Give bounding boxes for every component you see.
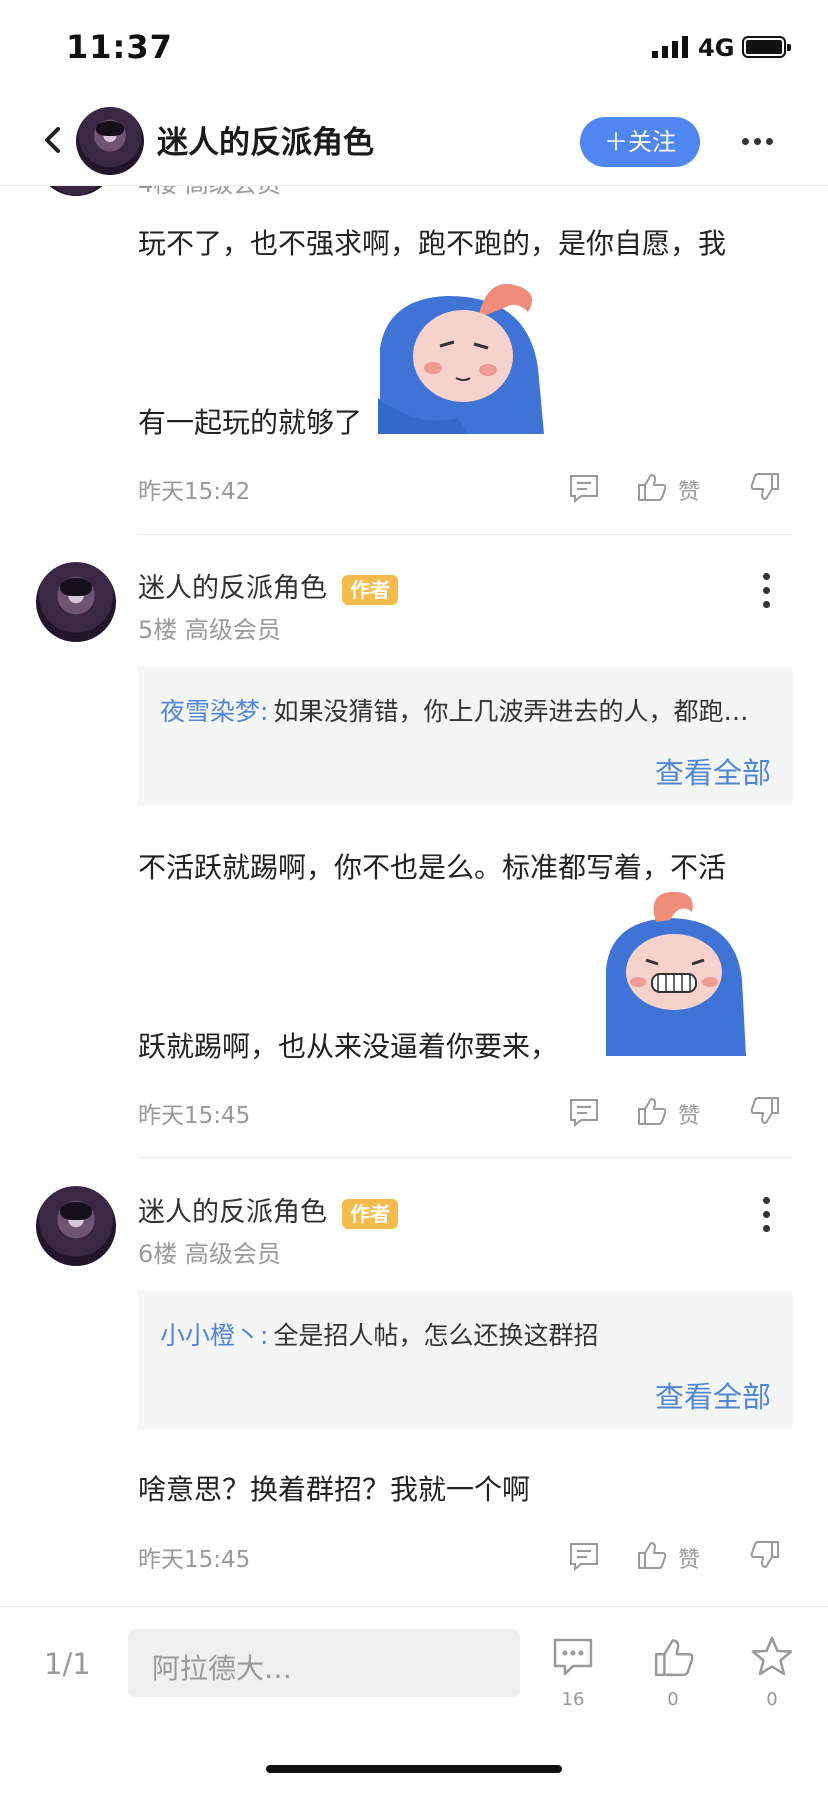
quoted-reply[interactable]: 夜雪染梦: 如果没猜错，你上几波弄进去的人，都跑… 查看全部 — [138, 666, 793, 806]
comment-text: 啥意思？换着群招？我就一个啊 — [138, 1473, 531, 1506]
sticker-image — [596, 890, 752, 1056]
follow-button[interactable]: ＋关注 — [580, 117, 700, 167]
page-title[interactable]: 迷人的反派角色 — [157, 117, 374, 162]
reply-icon[interactable] — [568, 1540, 600, 1572]
quote-username[interactable]: 小小橙丶: — [160, 1321, 268, 1350]
view-all-link[interactable]: 查看全部 — [655, 750, 771, 792]
thumbs-up-icon[interactable] — [636, 471, 668, 503]
author-avatar[interactable] — [76, 107, 144, 175]
nav-header: 迷人的反派角色 ＋关注 — [0, 95, 828, 186]
thumbs-down-icon[interactable] — [749, 1095, 781, 1127]
like-label[interactable]: 赞 — [678, 1542, 700, 1574]
commenter-avatar[interactable] — [36, 1186, 116, 1266]
author-line: 迷人的反派角色 作者 — [138, 566, 399, 605]
like-label[interactable]: 赞 — [678, 474, 700, 506]
reply-placeholder: 阿拉德大… — [152, 1652, 293, 1685]
post-time: 昨天15:45 — [138, 1547, 251, 1573]
home-indicator[interactable] — [266, 1765, 562, 1773]
commenter-avatar[interactable] — [36, 562, 116, 642]
thumbs-up-icon[interactable] — [636, 1539, 668, 1571]
reply-input[interactable]: 阿拉德大… — [128, 1629, 520, 1697]
thumbs-down-icon[interactable] — [749, 1539, 781, 1571]
comment-count: 16 — [561, 1689, 585, 1710]
favorite-count: 0 — [766, 1689, 778, 1710]
signal-icon — [652, 36, 688, 58]
post-time: 昨天15:45 — [138, 1103, 251, 1129]
comment-text: 玩不了，也不强求啊，跑不跑的，是你自愿，我 — [138, 227, 727, 260]
like-count: 0 — [667, 1689, 679, 1710]
author-badge: 作者 — [342, 575, 399, 605]
comment-icon[interactable] — [552, 1637, 594, 1677]
status-time: 11:37 — [66, 28, 173, 66]
like-label[interactable]: 赞 — [678, 1098, 700, 1130]
thumbs-down-icon[interactable] — [749, 471, 781, 503]
author-name[interactable]: 迷人的反派角色 — [138, 573, 327, 604]
divider — [138, 1157, 793, 1158]
author-name[interactable]: 迷人的反派角色 — [138, 1197, 327, 1228]
back-chevron-icon[interactable] — [38, 123, 68, 157]
more-options-icon[interactable] — [742, 138, 774, 146]
quote-text: 全是招人帖，怎么还换这群招 — [273, 1321, 599, 1350]
quote-username[interactable]: 夜雪染梦: — [160, 697, 268, 726]
floor-meta: 5楼 高级会员 — [138, 616, 281, 644]
battery-icon — [742, 36, 791, 58]
comment-text: 不活跃就踢啊，你不也是么。标准都写着，不活 — [138, 851, 727, 884]
quote-text: 如果没猜错，你上几波弄进去的人，都跑… — [273, 697, 749, 726]
sticker-image — [378, 278, 544, 434]
author-line: 迷人的反派角色 作者 — [138, 1190, 399, 1229]
comment-text: 有一起玩的就够了 — [138, 406, 363, 439]
divider — [138, 534, 793, 535]
star-icon[interactable] — [750, 1635, 794, 1679]
page-indicator[interactable]: 1/1 — [44, 1647, 91, 1681]
comment-text: 跃就踢啊，也从来没逼着你要来， — [138, 1030, 559, 1063]
quoted-reply[interactable]: 小小橙丶: 全是招人帖，怎么还换这群招 查看全部 — [138, 1290, 793, 1430]
post-time: 昨天15:42 — [138, 479, 251, 505]
network-type: 4G — [698, 34, 735, 62]
author-badge: 作者 — [342, 1199, 399, 1229]
reply-icon[interactable] — [568, 1096, 600, 1128]
comment-menu-icon[interactable] — [763, 573, 770, 615]
thumbs-up-icon[interactable] — [652, 1635, 696, 1679]
reply-icon[interactable] — [568, 472, 600, 504]
floor-meta: 6楼 高级会员 — [138, 1240, 281, 1268]
comment-menu-icon[interactable] — [763, 1197, 770, 1239]
thumbs-up-icon[interactable] — [636, 1095, 668, 1127]
view-all-link[interactable]: 查看全部 — [655, 1374, 771, 1416]
status-bar: 11:37 4G — [0, 0, 828, 95]
